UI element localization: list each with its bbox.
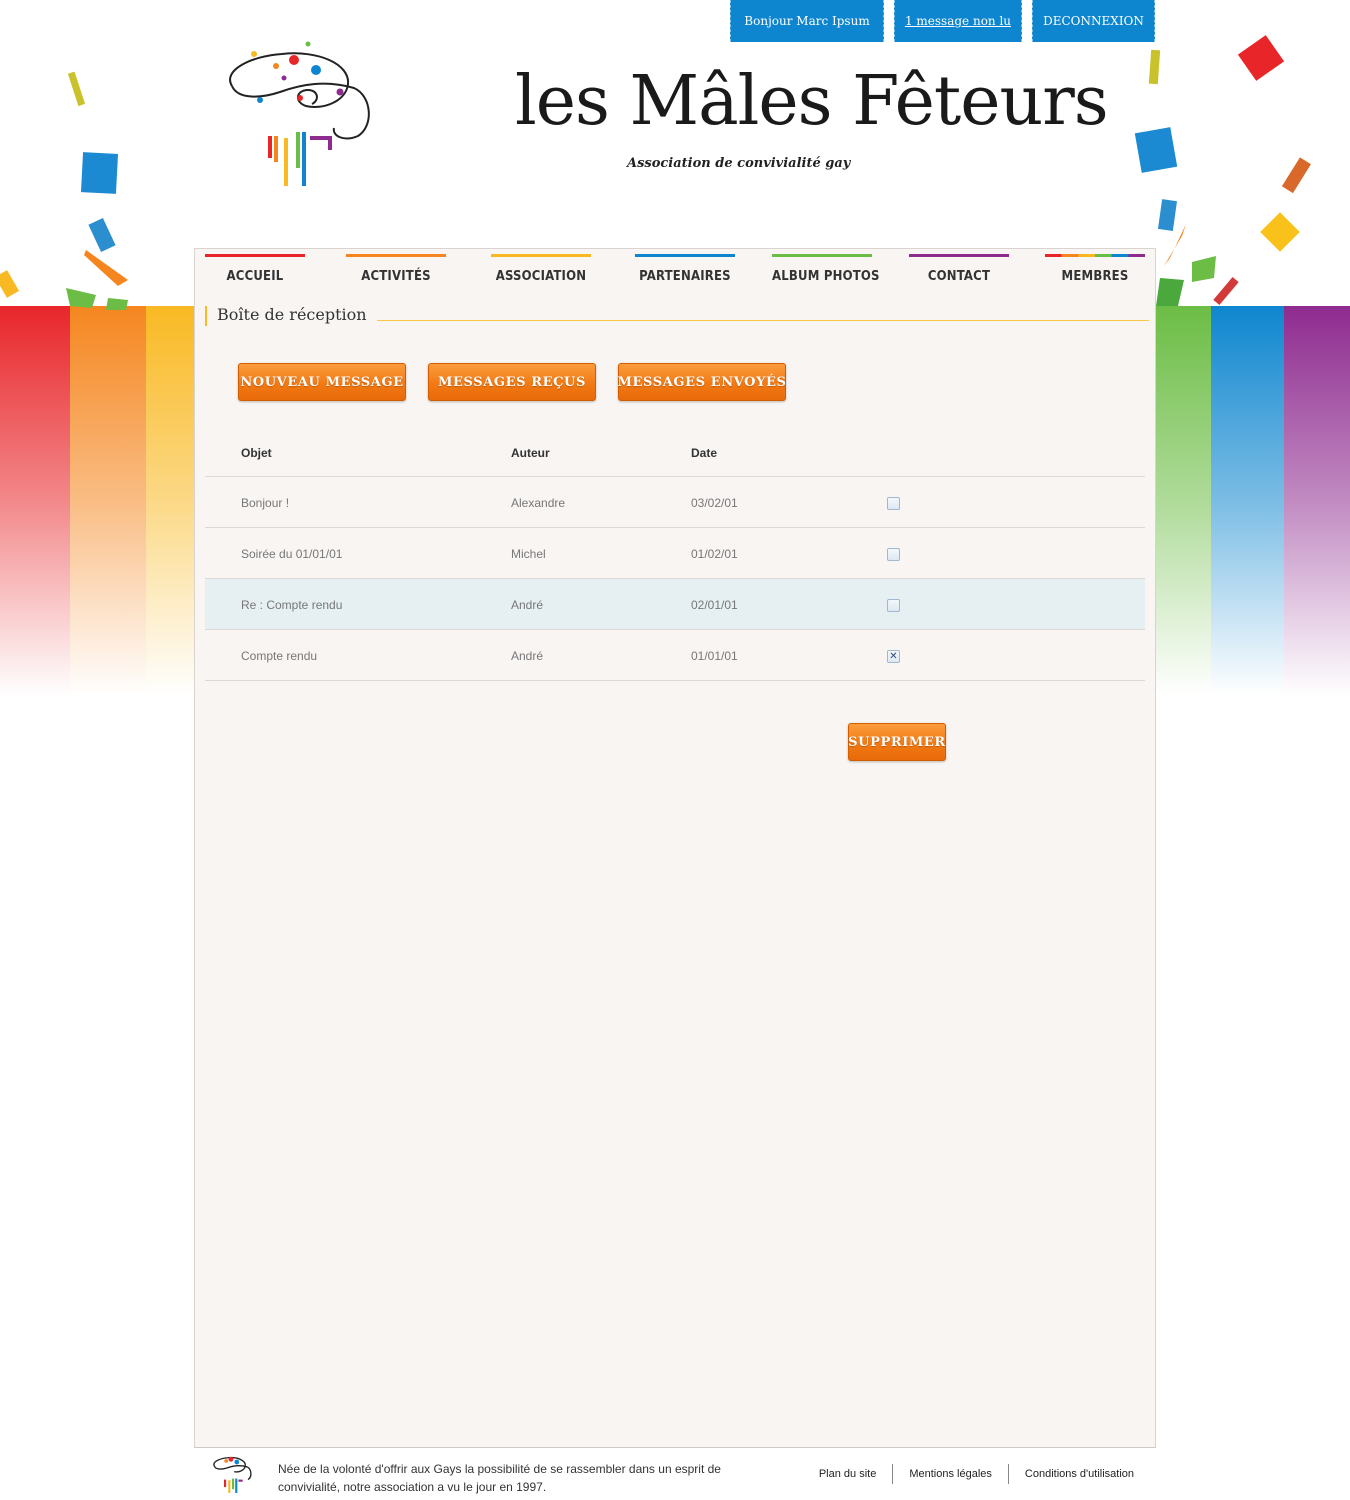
received-messages-button[interactable]: MESSAGES REÇUS xyxy=(428,363,596,401)
column-header-subject[interactable]: Objet xyxy=(241,446,272,460)
message-author: André xyxy=(511,649,544,663)
table-header: Objet Auteur Date xyxy=(205,429,1145,477)
table-row[interactable]: Soirée du 01/01/01 Michel 01/02/01 xyxy=(205,528,1145,579)
nav-item-contact[interactable]: CONTACT xyxy=(909,254,1009,294)
message-date: 02/01/01 xyxy=(691,598,738,612)
nav-color-bar xyxy=(772,254,872,257)
rainbow-stripe-red xyxy=(0,306,70,696)
table-row[interactable]: Compte rendu André 01/01/01 ✕ xyxy=(205,630,1145,681)
nav-color-bar xyxy=(909,254,1009,257)
table-row-highlighted[interactable]: Re : Compte rendu André 02/01/01 xyxy=(205,579,1145,630)
nav-color-bar xyxy=(491,254,591,257)
table-row[interactable]: Bonjour ! Alexandre 03/02/01 xyxy=(205,477,1145,528)
message-subject[interactable]: Re : Compte rendu xyxy=(241,598,342,612)
nav-label: ALBUM PHOTOS xyxy=(772,269,880,284)
confetti-right-decoration xyxy=(1134,35,1311,306)
column-header-author[interactable]: Auteur xyxy=(511,446,550,460)
section-divider xyxy=(377,320,1149,321)
user-bar: Bonjour Marc Ipsum 1 message non lu DECO… xyxy=(730,0,1155,42)
footer: Née de la volonté d'offrir aux Gays la p… xyxy=(194,1447,1156,1500)
message-subject[interactable]: Bonjour ! xyxy=(241,496,289,510)
delete-button[interactable]: SUPPRIMER xyxy=(848,723,946,761)
footer-links: Plan du site Mentions légales Conditions… xyxy=(803,1464,1134,1484)
main-panel: ACCUEIL ACTIVITÉS ASSOCIATION PARTENAIRE… xyxy=(194,248,1156,1500)
nav-label: PARTENAIRES xyxy=(639,269,731,284)
nav-color-bar xyxy=(1045,254,1145,257)
rainbow-stripe-purple xyxy=(1284,306,1350,696)
nav-item-partenaires[interactable]: PARTENAIRES xyxy=(635,254,735,294)
nav-item-association[interactable]: ASSOCIATION xyxy=(491,254,591,294)
nav-label: ACTIVITÉS xyxy=(361,269,431,284)
nav-label: MEMBRES xyxy=(1061,269,1129,284)
footer-description: Née de la volonté d'offrir aux Gays la p… xyxy=(278,1462,721,1494)
select-checkbox-checked[interactable]: ✕ xyxy=(887,650,900,663)
section-header: Boîte de réception xyxy=(205,305,1149,329)
greeting-button[interactable]: Bonjour Marc Ipsum xyxy=(730,0,884,42)
rainbow-stripe-green xyxy=(1155,306,1211,696)
nav-color-bar xyxy=(635,254,735,257)
message-date: 01/02/01 xyxy=(691,547,738,561)
footer-logo-icon[interactable] xyxy=(210,1454,254,1494)
nav-item-activites[interactable]: ACTIVITÉS xyxy=(346,254,446,294)
footer-link-sitemap[interactable]: Plan du site xyxy=(803,1468,892,1480)
nav-label: CONTACT xyxy=(927,269,991,284)
rainbow-stripe-yellow xyxy=(146,306,196,696)
nav-item-membres[interactable]: MEMBRES xyxy=(1045,254,1145,294)
message-date: 01/01/01 xyxy=(691,649,738,663)
column-header-date[interactable]: Date xyxy=(691,446,717,460)
brand-logo[interactable]: les Mâles Fêteurs Association de convivi… xyxy=(515,62,1109,182)
message-subject[interactable]: Compte rendu xyxy=(241,649,317,663)
messages-table: Objet Auteur Date Bonjour ! Alexandre 03… xyxy=(205,429,1145,681)
footer-link-terms[interactable]: Conditions d'utilisation xyxy=(1009,1468,1134,1480)
select-checkbox[interactable] xyxy=(887,548,900,561)
select-checkbox[interactable] xyxy=(887,599,900,612)
rainbow-stripe-blue xyxy=(1211,306,1284,696)
main-navigation: ACCUEIL ACTIVITÉS ASSOCIATION PARTENAIRE… xyxy=(205,254,1145,294)
unread-messages-link[interactable]: 1 message non lu xyxy=(894,0,1022,42)
rainbow-stripe-orange xyxy=(70,306,146,696)
nav-color-bar xyxy=(346,254,446,257)
page-title: Boîte de réception xyxy=(217,305,367,324)
nav-item-album-photos[interactable]: ALBUM PHOTOS xyxy=(772,254,880,294)
message-date: 03/02/01 xyxy=(691,496,738,510)
brand-tagline: Association de convivialité gay xyxy=(627,156,851,171)
select-checkbox[interactable] xyxy=(887,497,900,510)
nav-color-bar xyxy=(205,254,305,257)
message-author: Michel xyxy=(511,547,546,561)
logout-button[interactable]: DECONNEXION xyxy=(1032,0,1155,42)
message-author: Alexandre xyxy=(511,496,566,510)
logo-icon[interactable] xyxy=(222,40,374,190)
nav-item-accueil[interactable]: ACCUEIL xyxy=(205,254,305,294)
message-author: André xyxy=(511,598,544,612)
section-accent-bar xyxy=(205,306,207,326)
nav-label: ACCUEIL xyxy=(226,269,284,284)
nav-label: ASSOCIATION xyxy=(495,269,587,284)
footer-link-legal[interactable]: Mentions légales xyxy=(893,1468,1008,1480)
brand-title: les Mâles Fêteurs xyxy=(515,62,1109,141)
confetti-left-decoration xyxy=(0,71,128,310)
new-message-button[interactable]: NOUVEAU MESSAGE xyxy=(238,363,406,401)
message-subject[interactable]: Soirée du 01/01/01 xyxy=(241,547,342,561)
sent-messages-button[interactable]: MESSAGES ENVOYÉS xyxy=(618,363,786,401)
